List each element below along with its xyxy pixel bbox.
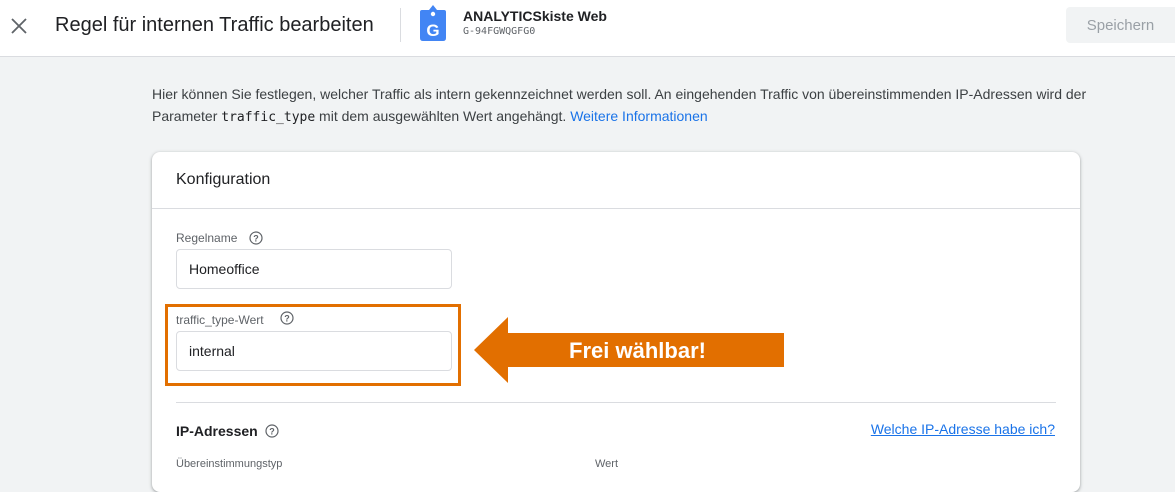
traffic-type-input[interactable] [176,331,452,371]
ip-section-title: IP-Adressen [176,423,258,439]
help-icon[interactable]: ? [265,424,279,438]
property-name: ANALYTICSkiste Web [463,8,607,24]
card-title: Konfiguration [176,171,271,188]
close-icon[interactable] [8,15,30,37]
help-icon[interactable]: ? [280,311,294,325]
google-analytics-badge-icon: G [420,5,446,41]
annotation-arrow-label: Frei wählbar! [569,338,706,363]
save-button[interactable]: Speichern [1066,7,1175,43]
rule-name-input[interactable] [176,249,452,289]
value-column-header: Wert [595,458,619,470]
svg-text:?: ? [269,427,275,437]
intro-text-part2: mit dem ausgewählten Wert angehängt. [315,108,571,124]
what-is-my-ip-link[interactable]: Welche IP-Adresse habe ich? [871,421,1055,437]
property-id: G-94FGWQGFG0 [463,26,536,37]
svg-text:?: ? [284,314,290,324]
rule-name-label: Regelname [176,231,238,245]
top-bar: Regel für internen Traffic bearbeiten G … [0,0,1175,57]
svg-text:?: ? [253,234,259,244]
help-icon[interactable]: ? [249,231,263,245]
traffic-type-label: traffic_type-Wert [176,313,264,327]
traffic-type-param: traffic_type [221,110,316,125]
section-divider [176,402,1056,403]
learn-more-link[interactable]: Weitere Informationen [570,108,707,124]
title-divider [400,8,401,42]
page-title: Regel für internen Traffic bearbeiten [55,14,374,36]
intro-text: Hier können Sie festlegen, welcher Traff… [152,83,1092,129]
match-type-column-header: Übereinstimmungstyp [176,458,283,470]
card-divider [152,208,1080,209]
badge-letter: G [426,21,439,40]
